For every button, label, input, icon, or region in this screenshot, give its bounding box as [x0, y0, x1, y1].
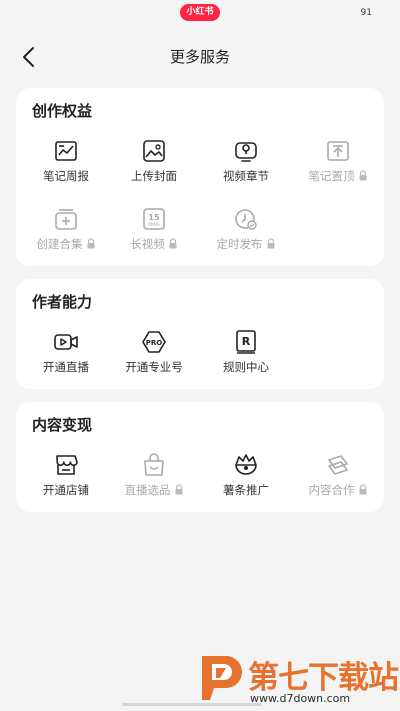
tile-label: 开通直播: [43, 360, 89, 374]
tile-label: 规则中心: [223, 360, 269, 374]
app-badge: 小红书: [180, 4, 220, 21]
watermark-logo: 第七下载站 www.d7down.com: [196, 652, 399, 706]
tile-rules-center[interactable]: R 规则中心: [200, 329, 292, 381]
svg-text:R: R: [242, 335, 251, 348]
tile-create-collection[interactable]: 创建合集: [20, 206, 112, 258]
status-bar: 小红书 91: [0, 0, 400, 28]
d7-logo-icon: [202, 656, 242, 700]
scheduled-publish-icon: [235, 209, 257, 230]
long-video-icon: 15 MINS: [143, 208, 165, 230]
tile-upload-cover[interactable]: 上传封面: [108, 138, 200, 190]
collection-add-icon: [55, 209, 77, 230]
section-content-monetization: 内容变现 开通店铺 直播选品 薯条推广 内容合作: [16, 402, 384, 512]
tile-label: 直播选品: [124, 483, 171, 497]
svg-text:15: 15: [148, 213, 160, 222]
store-icon: [56, 455, 78, 475]
chart-note-icon: [55, 141, 77, 161]
section-title: 创作权益: [32, 102, 93, 120]
tile-label: 内容合作: [308, 483, 355, 497]
lock-icon: [175, 484, 182, 495]
tile-live-selection[interactable]: 直播选品: [108, 452, 200, 504]
tile-label: 笔记周报: [43, 169, 89, 183]
lock-icon: [169, 238, 177, 249]
tile-label: 视频章节: [223, 169, 269, 183]
tile-note-weekly-report[interactable]: 笔记周报: [20, 138, 112, 190]
lock-icon: [359, 170, 366, 181]
svg-text:MINS: MINS: [148, 222, 160, 228]
page-title: 更多服务: [169, 48, 230, 66]
watermark-text: 第七下载站: [248, 660, 399, 696]
tile-scheduled-publish[interactable]: 定时发布: [200, 206, 292, 258]
live-video-icon: [54, 334, 78, 350]
cooperation-icon: [328, 455, 348, 475]
tile-label: 薯条推广: [223, 483, 269, 497]
lock-icon: [359, 484, 366, 495]
tile-long-video[interactable]: 15 MINS 长视频: [108, 206, 200, 258]
battery-level: 91: [360, 8, 372, 18]
tile-pro-account[interactable]: PRO 开通专业号: [108, 329, 200, 381]
tile-pin-note[interactable]: 笔记置顶: [292, 138, 384, 190]
pin-top-icon: [327, 141, 349, 161]
tile-label: 创建合集: [36, 237, 83, 251]
lock-icon: [267, 238, 274, 249]
tile-label: 上传封面: [131, 169, 177, 183]
tile-label: 开通店铺: [43, 483, 89, 497]
section-author-abilities: 作者能力 开通直播 PRO 开通专业号 R 规则中心: [16, 279, 384, 389]
watermark-url: www.d7down.com: [250, 692, 351, 705]
promotion-icon: [235, 454, 257, 475]
tile-open-store[interactable]: 开通店铺: [20, 452, 112, 504]
shopping-bag-icon: [144, 453, 164, 476]
tile-label: 长视频: [130, 237, 165, 251]
svg-text:PRO: PRO: [146, 339, 163, 347]
video-chapter-icon: [235, 142, 257, 162]
nav-bar: 更多服务: [0, 36, 400, 76]
tile-label: 笔记置顶: [308, 169, 355, 183]
section-title: 内容变现: [32, 416, 93, 434]
image-icon: [143, 140, 165, 162]
tile-video-chapters[interactable]: 视频章节: [200, 138, 292, 190]
home-indicator[interactable]: [122, 703, 262, 706]
section-creation-benefits: 创作权益 笔记周报 上传封面 视频章节 笔记置顶 创建合集 15 MINS 长视…: [16, 88, 384, 266]
rules-icon: R: [236, 330, 256, 354]
tile-label: 定时发布: [216, 237, 263, 251]
tile-label: 开通专业号: [125, 360, 183, 374]
tile-promotion[interactable]: 薯条推广: [200, 452, 292, 504]
tile-start-live[interactable]: 开通直播: [20, 329, 112, 381]
lock-icon: [87, 238, 94, 249]
pro-badge-icon: PRO: [142, 331, 166, 353]
section-title: 作者能力: [32, 293, 93, 311]
tile-content-cooperation[interactable]: 内容合作: [292, 452, 384, 504]
